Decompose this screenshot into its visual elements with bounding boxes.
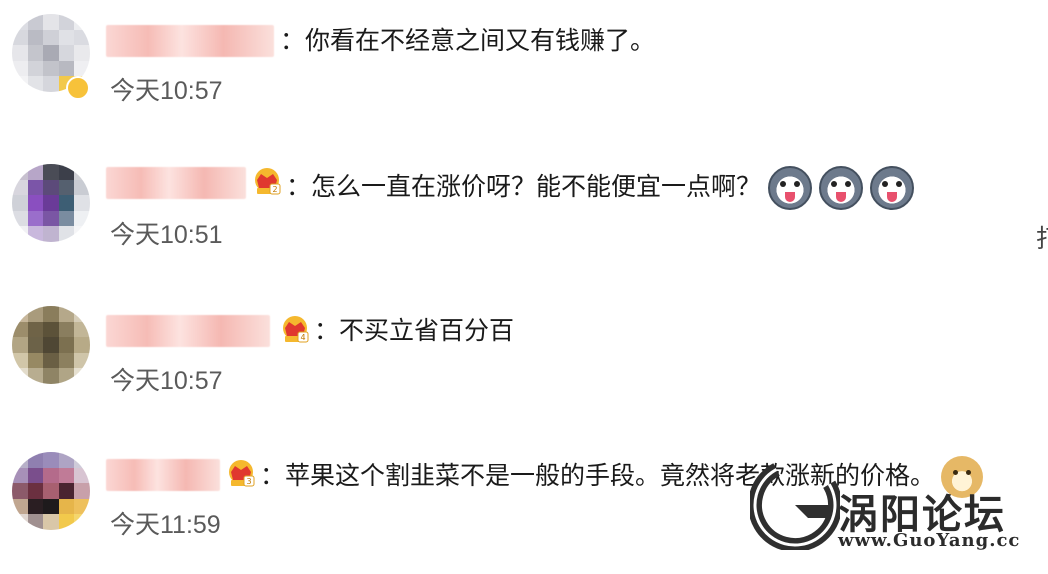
username-blurred[interactable] [106, 25, 274, 57]
crown-level-icon: 2 [255, 168, 281, 195]
crown-level: 4 [300, 333, 305, 342]
avatar[interactable] [12, 306, 90, 384]
comment-text: 你看在不经意之间又有钱赚了。 [305, 26, 656, 55]
comment-item: 4 ：不买立省百分百 今天10:57 [0, 290, 1048, 430]
separator: ： [260, 461, 286, 490]
username-blurred[interactable] [106, 167, 246, 199]
comment-text: 怎么一直在涨价呀？能不能便宜一点啊？ [311, 172, 762, 201]
username-blurred[interactable] [106, 315, 270, 347]
avatar[interactable] [12, 452, 90, 530]
crown-level-icon: 4 [283, 316, 309, 343]
crown-level: 3 [246, 477, 251, 486]
comment-body: ：你看在不经意之间又有钱赚了。 [280, 22, 655, 60]
separator: ： [286, 172, 312, 201]
comment-item: ：你看在不经意之间又有钱赚了。 今天10:57 [0, 0, 1048, 140]
separator: ： [314, 316, 340, 345]
husky-emoji-icon [870, 166, 915, 210]
comment-body: ：不买立省百分百 [314, 312, 514, 350]
site-logo-icon [750, 460, 840, 550]
comment-time: 今天10:57 [110, 77, 223, 105]
clipped-text: 打 [1036, 224, 1048, 254]
husky-emoji-icon [819, 166, 864, 210]
comment-text: 不买立省百分百 [339, 316, 515, 345]
comment-time: 今天10:51 [110, 221, 223, 249]
site-watermark: 涡阳论坛 www.GuoYang.cc [750, 460, 1048, 560]
crown-level-icon: 3 [229, 460, 255, 487]
watermark-url: www.GuoYang.cc [838, 530, 1021, 551]
separator: ： [280, 26, 306, 55]
comment-time: 今天11:59 [110, 511, 221, 539]
username-blurred[interactable] [106, 459, 220, 491]
comment-time: 今天10:57 [110, 367, 223, 395]
avatar[interactable] [12, 164, 90, 242]
crown-level: 2 [272, 185, 277, 194]
vip-badge-icon [66, 76, 90, 100]
comment-body: ：怎么一直在涨价呀？能不能便宜一点啊？ [286, 166, 915, 210]
comment-item: 2 ：怎么一直在涨价呀？能不能便宜一点啊？ 今天10:51 [0, 146, 1048, 286]
husky-emoji-icon [768, 166, 813, 210]
